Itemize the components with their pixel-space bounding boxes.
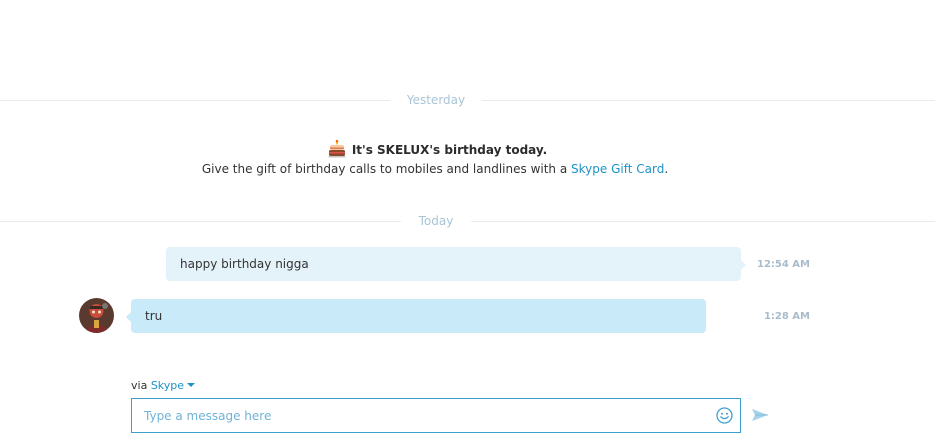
message-timestamp: 1:28 AM — [763, 311, 810, 322]
message-text: happy birthday nigga — [180, 257, 309, 271]
divider-line — [0, 100, 390, 101]
service-name: Skype — [150, 379, 185, 392]
message-composer — [131, 398, 741, 433]
divider-line — [471, 221, 935, 222]
divider-line — [482, 100, 935, 101]
outgoing-message-bubble[interactable]: happy birthday nigga — [166, 247, 746, 281]
message-input[interactable] — [144, 399, 704, 432]
via-label: via — [131, 379, 148, 392]
birthday-desc-prefix: Give the gift of birthday calls to mobil… — [201, 162, 572, 176]
birthday-notice-title: It's SKELUX's birthday today. — [0, 139, 875, 158]
send-via-selector: via Skype — [131, 379, 196, 392]
incoming-message-bubble[interactable]: tru — [126, 299, 706, 333]
date-separator-today: Today — [0, 214, 935, 230]
message-timestamp: 12:54 AM — [756, 259, 810, 270]
birthday-cake-icon — [328, 139, 346, 158]
chevron-down-icon — [187, 383, 196, 387]
divider-line — [0, 221, 401, 222]
send-arrow-icon[interactable] — [751, 406, 769, 424]
date-label: Today — [418, 214, 454, 228]
birthday-title-text: It's SKELUX's birthday today. — [351, 143, 548, 157]
birthday-notice-description: Give the gift of birthday calls to mobil… — [0, 162, 870, 176]
message-text: tru — [145, 309, 163, 323]
conversation-view: Yesterday It's SKELUX's birthday today. … — [0, 0, 935, 443]
birthday-desc-suffix: . — [664, 162, 669, 176]
date-label: Yesterday — [406, 93, 466, 107]
contact-avatar[interactable] — [79, 298, 114, 333]
smiley-icon[interactable] — [716, 407, 733, 424]
date-separator-yesterday: Yesterday — [0, 93, 935, 109]
skype-gift-card-link[interactable]: Skype Gift Card — [571, 162, 664, 176]
service-dropdown[interactable]: Skype — [150, 379, 196, 392]
